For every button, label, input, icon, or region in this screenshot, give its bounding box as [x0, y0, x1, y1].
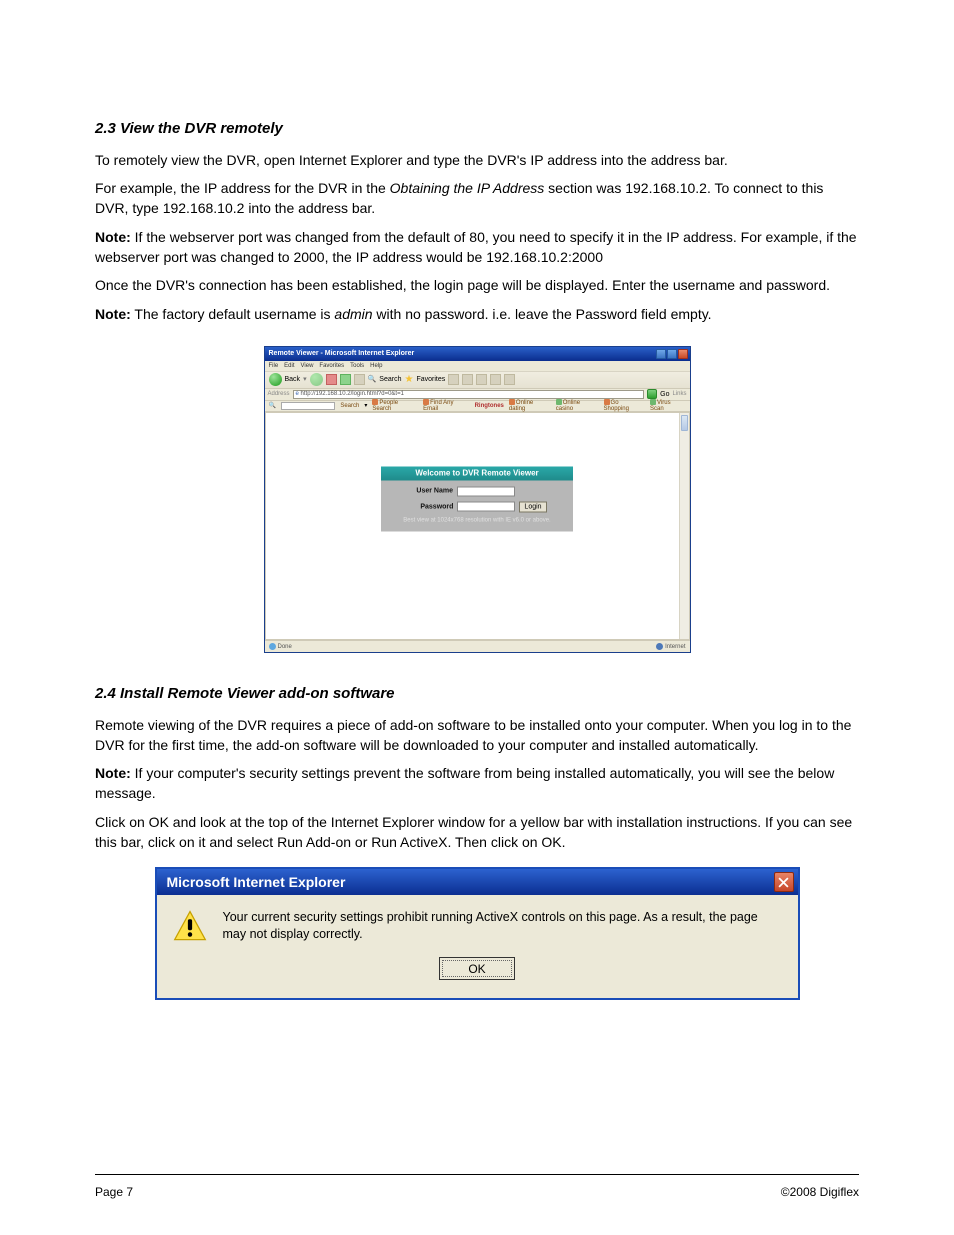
footer-rule — [95, 1174, 859, 1175]
menubar: File Edit View Favorites Tools Help — [265, 361, 690, 371]
linkbar-people[interactable]: People Search — [372, 399, 418, 412]
address-url: http://192.168.10.2/login.html?d=0&t=1 — [301, 391, 404, 397]
forward-icon[interactable] — [310, 373, 323, 386]
maximize-button[interactable] — [667, 349, 677, 359]
note-paragraph: Note: If the webserver port was changed … — [95, 227, 859, 268]
linkbar-shopping[interactable]: Go Shopping — [604, 399, 646, 412]
linkbar-icon: 🔍 — [269, 403, 276, 409]
dialog-title: Microsoft Internet Explorer — [167, 872, 346, 892]
screenshot-login: Remote Viewer - Microsoft Internet Explo… — [264, 346, 691, 653]
ok-button[interactable]: OK — [439, 957, 515, 980]
content-area: Welcome to DVR Remote Viewer User Name P… — [265, 412, 690, 640]
note-label: Note: — [95, 765, 131, 781]
favorites-icon[interactable]: ★ — [404, 375, 413, 385]
dialog-message: Your current security settings prohibit … — [223, 909, 782, 943]
toolbar: Back ▾ 🔍 Search ★ Favorites — [265, 371, 690, 389]
footer: Page 7 ©2008 Digiflex — [95, 1185, 859, 1199]
password-input[interactable] — [457, 502, 515, 512]
text-italic: Obtaining the IP Address — [386, 180, 548, 196]
login-title: Welcome to DVR Remote Viewer — [381, 466, 573, 480]
warning-icon — [173, 909, 207, 943]
print-icon[interactable] — [476, 374, 487, 385]
dialog-body: Your current security settings prohibit … — [157, 895, 798, 998]
text: If the webserver port was changed from t… — [95, 229, 857, 265]
scrollbar[interactable] — [679, 413, 689, 639]
close-button[interactable] — [678, 349, 688, 359]
titlebar: Remote Viewer - Microsoft Internet Explo… — [265, 347, 690, 361]
linkbar-search-input[interactable] — [281, 402, 335, 410]
address-input[interactable]: e http://192.168.10.2/login.html?d=0&t=1 — [293, 390, 645, 399]
window-title: Remote Viewer - Microsoft Internet Explo… — [269, 350, 415, 357]
linkbar-casino[interactable]: Online casino — [556, 399, 599, 412]
login-card: Welcome to DVR Remote Viewer User Name P… — [381, 466, 573, 531]
section-heading-2: 2.4 Install Remote Viewer add-on softwar… — [95, 683, 859, 705]
username-input[interactable] — [457, 486, 515, 496]
ie-window: Remote Viewer - Microsoft Internet Explo… — [264, 346, 691, 653]
back-icon[interactable] — [269, 373, 282, 386]
username-label: User Name — [407, 488, 453, 495]
favorites-label[interactable]: Favorites — [416, 376, 445, 383]
note-paragraph: Note: If your computer's security settin… — [95, 763, 859, 804]
text: with no password. i.e. leave the Passwor… — [373, 306, 712, 322]
dialog-titlebar: Microsoft Internet Explorer — [157, 869, 798, 895]
mail-icon[interactable] — [462, 374, 473, 385]
copyright: ©2008 Digiflex — [781, 1185, 859, 1199]
paragraph: For example, the IP address for the DVR … — [95, 178, 859, 219]
linkbar-virus[interactable]: Virus Scan — [650, 399, 685, 412]
text: If your computer's security settings pre… — [95, 765, 834, 801]
status-done: Done — [269, 643, 292, 650]
text: The factory default username is — [131, 306, 335, 322]
linkbar-search[interactable]: Search — [340, 403, 359, 409]
login-button[interactable]: Login — [519, 501, 546, 512]
password-label: Password — [407, 503, 453, 510]
menu-edit[interactable]: Edit — [284, 363, 294, 369]
paragraph: To remotely view the DVR, open Internet … — [95, 150, 859, 170]
text-italic: admin — [334, 306, 372, 322]
menu-favorites[interactable]: Favorites — [319, 363, 344, 369]
linkbar: 🔍 Search ▾ People Search Find Any Email … — [265, 401, 690, 412]
close-button[interactable] — [774, 872, 794, 892]
search-label[interactable]: Search — [379, 376, 401, 383]
note-label: Note: — [95, 306, 131, 322]
note-paragraph: Note: The factory default username is ad… — [95, 304, 859, 324]
go-button[interactable] — [647, 389, 657, 399]
linkbar-email[interactable]: Find Any Email — [423, 399, 469, 412]
page-content: 2.3 View the DVR remotely To remotely vi… — [0, 0, 954, 1000]
minimize-button[interactable] — [656, 349, 666, 359]
paragraph: Once the DVR's connection has been estab… — [95, 275, 859, 295]
history-icon[interactable] — [448, 374, 459, 385]
note-label: Note: — [95, 229, 131, 245]
address-label: Address — [268, 391, 290, 397]
alert-dialog: Microsoft Internet Explorer Your current… — [155, 867, 800, 1000]
menu-view[interactable]: View — [301, 363, 314, 369]
login-note: Best view at 1024x768 resolution with IE… — [391, 517, 563, 523]
status-bar: Done Internet — [265, 640, 690, 652]
text: For example, the IP address for the DVR … — [95, 180, 386, 196]
screenshot-alert: Microsoft Internet Explorer Your current… — [155, 867, 800, 1000]
menu-help[interactable]: Help — [370, 363, 382, 369]
menu-file[interactable]: File — [269, 363, 279, 369]
paragraph: Remote viewing of the DVR requires a pie… — [95, 715, 859, 756]
links-label: Links — [672, 391, 686, 397]
paragraph: Click on OK and look at the top of the I… — [95, 812, 859, 853]
edit-icon[interactable] — [490, 374, 501, 385]
status-zone: Internet — [656, 643, 685, 650]
linkbar-ringtones[interactable]: Ringtones — [475, 403, 504, 409]
menu-tools[interactable]: Tools — [350, 363, 364, 369]
discuss-icon[interactable] — [504, 374, 515, 385]
linkbar-dating[interactable]: Online dating — [509, 399, 551, 412]
back-label[interactable]: Back — [285, 376, 301, 383]
home-icon[interactable] — [354, 374, 365, 385]
stop-icon[interactable] — [326, 374, 337, 385]
search-icon[interactable]: 🔍 — [368, 376, 377, 383]
page-number: Page 7 — [95, 1185, 133, 1199]
section-heading-1: 2.3 View the DVR remotely — [95, 118, 859, 140]
refresh-icon[interactable] — [340, 374, 351, 385]
scrollbar-thumb[interactable] — [681, 415, 688, 431]
go-label[interactable]: Go — [660, 391, 669, 398]
